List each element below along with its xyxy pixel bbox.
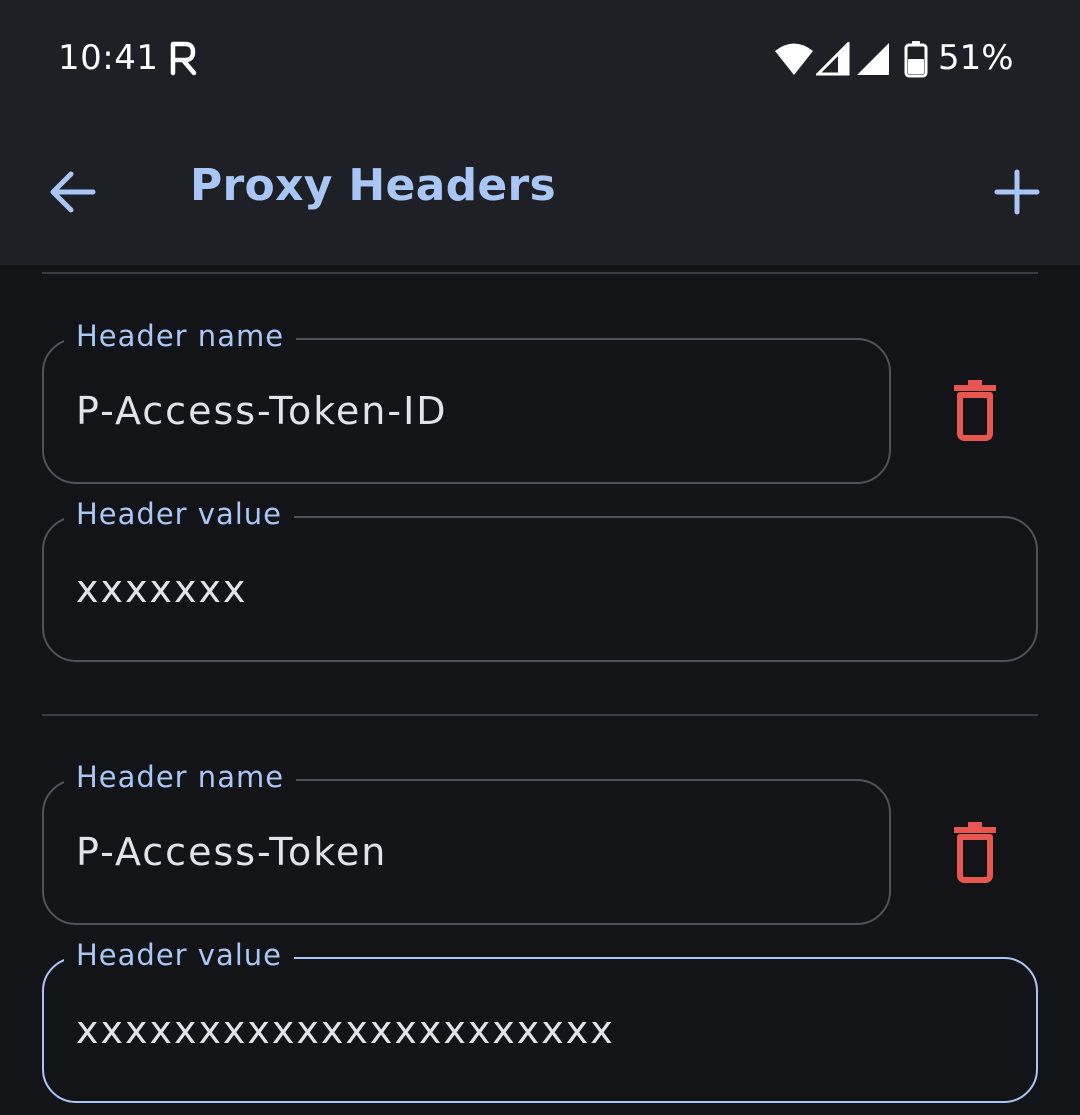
header-name-input[interactable]: P-Access-Token (76, 781, 865, 923)
signal-icon (857, 43, 889, 75)
r-carrier-icon (170, 41, 197, 76)
trash-icon[interactable] (935, 812, 1015, 892)
page-title: Proxy Headers (190, 160, 557, 211)
header-name-field[interactable]: Header name P-Access-Token-ID (42, 316, 891, 484)
status-time: 10:41 (58, 38, 159, 78)
top-app-bar: 10:41 51% Proxy Headers (0, 0, 1080, 265)
signal-icon (816, 42, 850, 76)
header-name-input[interactable]: P-Access-Token-ID (76, 340, 865, 482)
trash-icon[interactable] (935, 370, 1015, 450)
header-value-input[interactable]: xxxxxxx (76, 518, 1012, 660)
header-name-field[interactable]: Header name P-Access-Token (42, 757, 891, 925)
divider (42, 714, 1038, 716)
plus-icon[interactable] (980, 156, 1056, 232)
proxy-headers-screen: 10:41 51% Proxy Headers Header name P-Ac… (0, 0, 1080, 1115)
header-value-field[interactable]: Header value xxxxxxx (42, 494, 1038, 662)
header-value-input[interactable]: xxxxxxxxxxxxxxxxxxxxxx (76, 959, 1012, 1101)
header-value-field[interactable]: Header value xxxxxxxxxxxxxxxxxxxxxx (42, 935, 1038, 1103)
arrow-left-icon[interactable] (40, 158, 110, 228)
divider (42, 272, 1038, 274)
battery-percent: 51% (938, 38, 1014, 78)
wifi-icon (775, 43, 813, 75)
battery-icon (904, 41, 928, 78)
